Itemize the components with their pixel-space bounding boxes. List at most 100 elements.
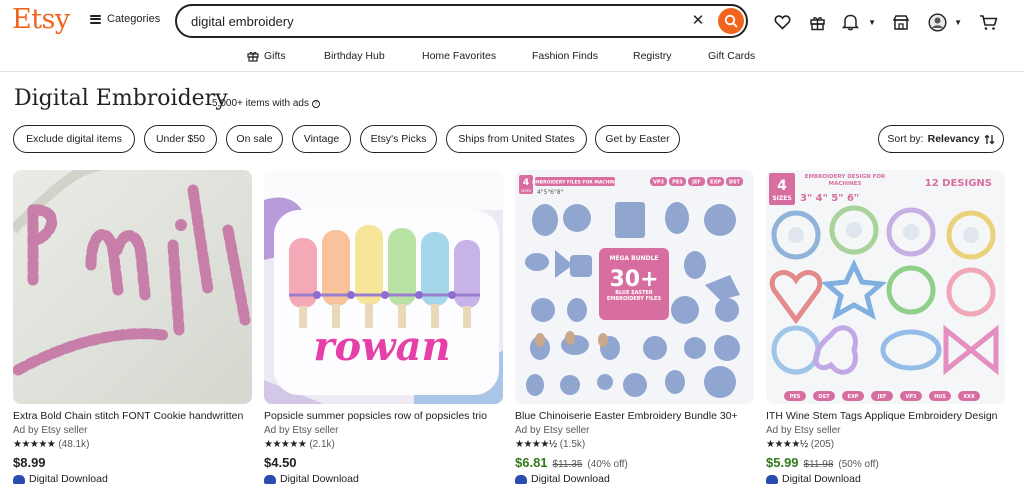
nav-home-favorites[interactable]: Home Favorites [422,50,496,62]
review-count: (2.1k) [309,439,335,450]
nav-fashion-finds[interactable]: Fashion Finds [532,50,598,62]
clear-search-icon[interactable]: ✕ [689,12,707,30]
price-row: $4.50 [264,455,297,470]
digital-download-label: Digital Download [515,473,610,485]
original-price: $11.35 [552,459,583,470]
bundle-count: 30+ [609,267,658,292]
product-price: $5.99 [766,455,799,470]
digital-download-label: Digital Download [264,473,359,485]
original-price: $11.98 [803,459,834,470]
cart-icon[interactable] [977,11,999,33]
gift-mode-icon[interactable] [806,11,828,33]
product-card[interactable]: 4 SIZES EMBROIDERY FILES FOR MACHINE 4"5… [515,170,754,497]
filter-etsys-picks[interactable]: Etsy's Picks [360,125,437,153]
result-count: 5,000+ items with ads ? [212,98,320,109]
embroidery-name-text: rowan [313,323,450,370]
search-input[interactable] [191,12,671,30]
product-image[interactable]: 4 SIZES EMBROIDERY DESIGN FOR MACHINES 3… [766,170,1005,404]
format-badge: DST [818,394,830,400]
gift-icon [247,51,259,62]
review-count: (205) [810,439,835,450]
nav-gifts[interactable]: Gifts [247,50,286,62]
price-row: $6.81 $11.35 (40% off) [515,455,628,470]
filter-on-sale[interactable]: On sale [226,125,283,153]
menu-icon [90,14,101,24]
format-badge: HUS [934,394,946,400]
download-text: Digital Download [782,473,861,485]
product-card[interactable]: Extra Bold Chain stitch FONT Cookie hand… [13,170,252,497]
designs-count: 12 DESIGNS [925,178,992,189]
cloud-download-icon [264,474,276,484]
sort-dropdown[interactable]: Sort by: Relevancy [878,125,1004,153]
favorites-heart-icon[interactable] [771,11,793,33]
digital-download-label: Digital Download [766,473,861,485]
result-count-text: 5,000+ items with ads [212,98,309,109]
filter-exclude-digital[interactable]: Exclude digital items [13,125,135,153]
price-row: $8.99 [13,455,46,470]
review-count: (1.5k) [559,439,586,450]
search-button[interactable] [718,8,744,34]
notifications-button[interactable]: ▼ [842,11,876,33]
category-nav: Gifts Birthday Hub Home Favorites Fashio… [0,44,1024,72]
product-title[interactable]: Popsicle summer popsicles row of popsicl… [264,410,503,422]
discount-label: (40% off) [587,459,628,470]
ad-label: Ad by Etsy seller [766,425,841,436]
product-image[interactable]: 4 SIZES EMBROIDERY FILES FOR MACHINE 4"5… [515,170,754,404]
sort-prefix: Sort by: [887,133,924,145]
ad-label: Ad by Etsy seller [264,425,339,436]
account-button[interactable]: ▼ [928,11,962,33]
chevron-down-icon: ▼ [954,17,962,27]
product-card[interactable]: rowan Popsicle summer popsicles row of p… [264,170,503,497]
product-price: $8.99 [13,455,46,470]
filter-get-by-easter[interactable]: Get by Easter [595,125,680,153]
cloud-download-icon [515,474,527,484]
format-badge: PES [790,394,801,400]
format-badge: JEF [691,180,701,186]
product-rating: ★★★★½ (205) [766,439,834,450]
review-count: (48.1k) [58,439,90,450]
nav-gift-cards[interactable]: Gift Cards [708,50,755,62]
product-image[interactable] [13,170,252,404]
nav-birthday-hub[interactable]: Birthday Hub [324,50,385,62]
sizes-number: 4 [523,178,529,188]
product-rating: ★★★★★ (2.1k) [264,439,335,450]
categories-label: Categories [107,13,161,25]
filter-ships-from-us[interactable]: Ships from United States [446,125,587,153]
product-title[interactable]: Blue Chinoiserie Easter Embroidery Bundl… [515,410,754,422]
product-image[interactable]: rowan [264,170,503,404]
sizes-label: SIZES [521,189,532,193]
cloud-download-icon [766,474,778,484]
discount-label: (50% off) [838,459,879,470]
format-badge: EXP [848,394,859,400]
search-bar: ✕ [175,4,748,38]
star-rating-icon: ★★★★★ [264,439,307,450]
search-icon [724,14,738,28]
filter-under-50[interactable]: Under $50 [144,125,217,153]
product-title[interactable]: ITH Wine Stem Tags Applique Embroidery D… [766,410,1005,422]
sort-arrows-icon [984,134,995,144]
star-rating-icon: ★★★★½ [515,439,557,450]
cloud-download-icon [13,474,25,484]
product-title[interactable]: Extra Bold Chain stitch FONT Cookie hand… [13,410,252,422]
top-header: Etsy Categories ✕ ▼ ▼ [0,0,1024,44]
format-badge: XXX [963,394,975,400]
chevron-down-icon: ▼ [868,17,876,27]
etsy-logo[interactable]: Etsy [12,4,70,35]
format-badge: VP3 [905,394,917,400]
product-rating: ★★★★½ (1.5k) [515,439,585,450]
star-rating-icon: ★★★★½ [766,439,808,450]
nav-gifts-label: Gifts [264,50,286,62]
filter-vintage[interactable]: Vintage [292,125,351,153]
bundle-subtitle: BLUE EASTER EMBROIDERY FILES [606,290,662,303]
format-badge: EXP [710,180,721,186]
bundle-title: MEGA BUNDLE [609,255,658,262]
product-card[interactable]: 4 SIZES EMBROIDERY DESIGN FOR MACHINES 3… [766,170,1005,497]
nav-registry[interactable]: Registry [633,50,672,62]
size-list: 4"5"6"8" [537,189,564,196]
categories-button[interactable]: Categories [90,13,160,25]
download-text: Digital Download [531,473,610,485]
shop-manager-icon[interactable] [890,11,912,33]
download-text: Digital Download [29,473,108,485]
info-icon[interactable]: ? [311,100,320,108]
product-price: $6.81 [515,455,548,470]
